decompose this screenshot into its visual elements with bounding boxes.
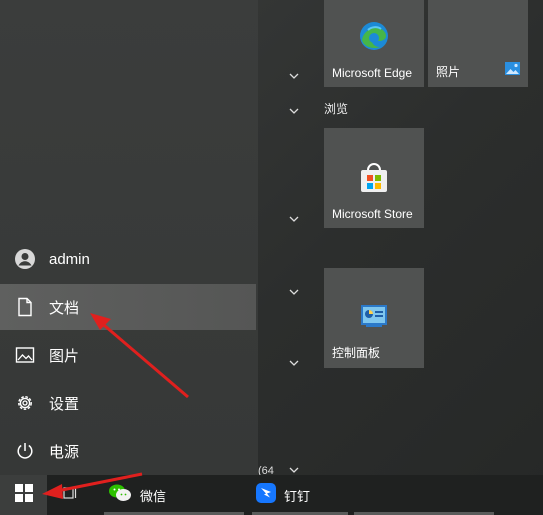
windows-logo-icon [14, 483, 33, 507]
chevron-down-icon[interactable] [289, 466, 299, 474]
store-icon [358, 162, 390, 199]
chevron-down-icon[interactable] [289, 215, 299, 223]
control-panel-icon [360, 304, 388, 333]
chevron-down-icon[interactable] [289, 288, 299, 296]
power-icon [14, 440, 36, 462]
wechat-label: 微信 [140, 488, 167, 504]
account-label: admin [49, 250, 90, 268]
tile-microsoft-edge[interactable]: Microsoft Edge [324, 0, 424, 87]
settings-label: 设置 [49, 395, 80, 413]
photos-icon [505, 62, 520, 80]
start-button[interactable] [0, 475, 47, 515]
control-panel-tile-label: 控制面板 [332, 346, 381, 360]
taskbar-dingtalk[interactable]: 钉钉 [256, 475, 310, 515]
documents-label: 文档 [49, 299, 80, 317]
store-tile-label: Microsoft Store [332, 207, 413, 221]
start-menu-left-panel: admin 文档 图片 设置 电源 [0, 0, 258, 475]
chevron-down-icon[interactable] [289, 107, 299, 115]
documents-button[interactable]: 文档 [0, 284, 256, 330]
tile-group-title: 浏览 [324, 102, 349, 116]
user-avatar-icon [14, 248, 36, 270]
tile-photos[interactable]: 照片 [428, 0, 528, 87]
edge-icon [358, 20, 390, 57]
power-label: 电源 [49, 443, 80, 461]
chevron-down-icon[interactable] [289, 72, 299, 80]
photos-tile-label: 照片 [436, 65, 461, 79]
tile-control-panel[interactable]: 控制面板 [324, 268, 424, 368]
dingtalk-icon [256, 482, 276, 508]
account-button[interactable]: admin [0, 236, 256, 282]
settings-button[interactable]: 设置 [0, 380, 256, 426]
chevron-down-icon[interactable] [289, 359, 299, 367]
pictures-button[interactable]: 图片 [0, 332, 256, 378]
pictures-label: 图片 [49, 347, 80, 365]
app-list [258, 0, 318, 475]
power-button[interactable]: 电源 [0, 428, 256, 474]
wechat-icon [108, 483, 132, 508]
document-icon [14, 296, 36, 318]
dingtalk-label: 钉钉 [284, 488, 311, 504]
gear-icon [14, 392, 36, 414]
task-view-button[interactable] [62, 475, 78, 515]
taskbar-wechat[interactable]: 微信 [108, 475, 166, 515]
edge-tile-label: Microsoft Edge [332, 66, 413, 80]
tile-microsoft-store[interactable]: Microsoft Store [324, 128, 424, 228]
picture-icon [14, 344, 36, 366]
task-view-icon [62, 485, 78, 506]
